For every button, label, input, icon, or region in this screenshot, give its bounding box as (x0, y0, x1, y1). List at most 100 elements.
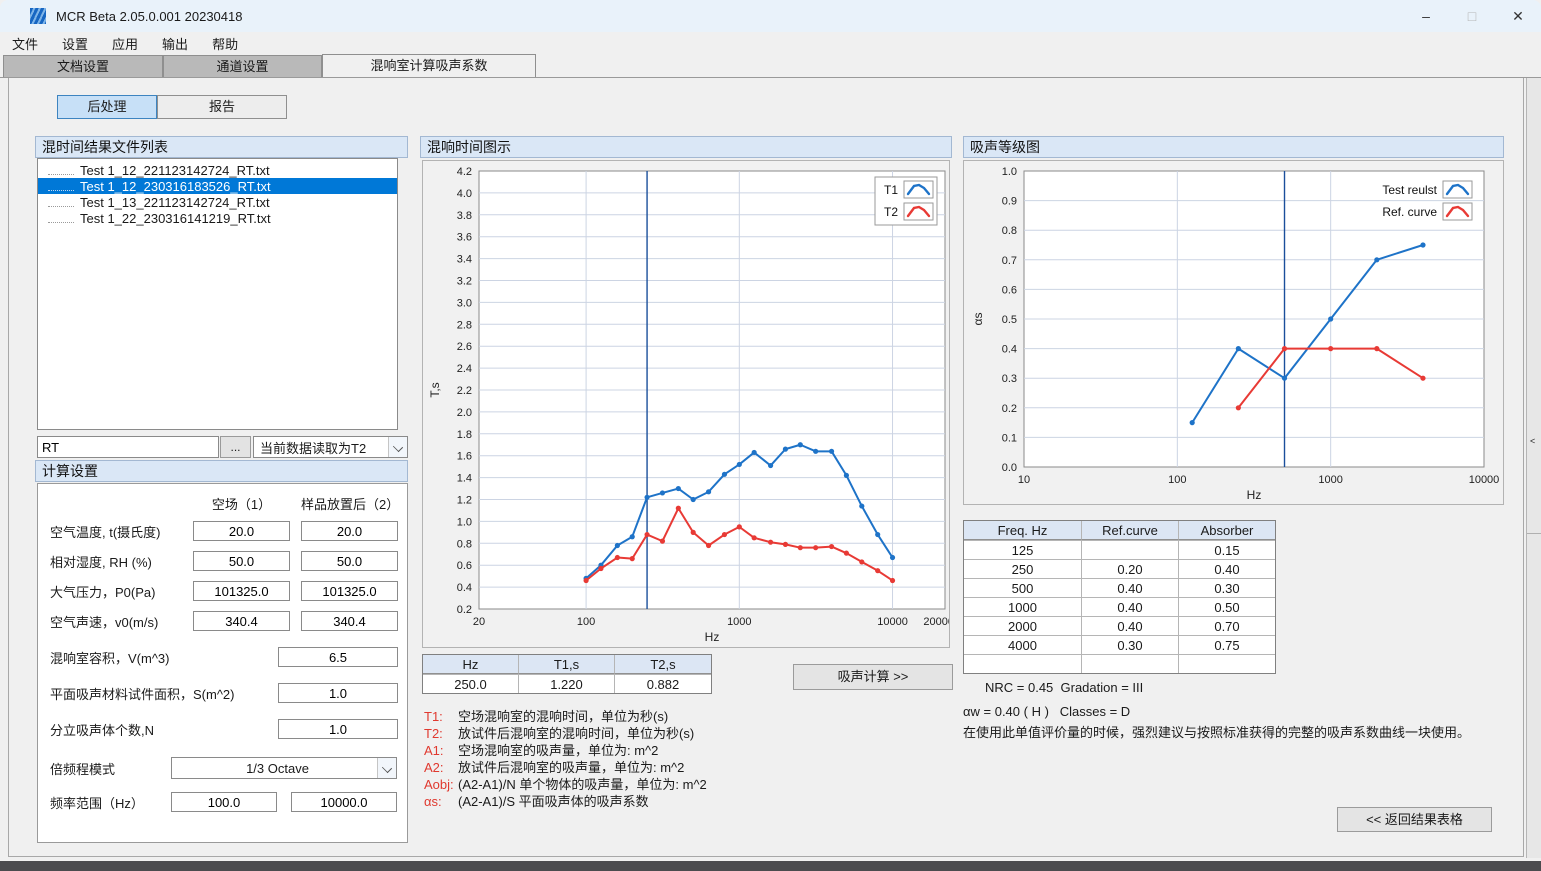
svg-text:Hz: Hz (1247, 488, 1262, 502)
octave-mode-select[interactable]: 1/3 Octave (171, 757, 397, 779)
table-header-cell: Hz (423, 655, 519, 674)
calc-single-label: 混响室容积，V(m^3) (50, 648, 278, 667)
table-cell: 0.30 (1179, 578, 1275, 597)
table-cell: 2000 (964, 616, 1082, 635)
calc-input-field2[interactable] (301, 551, 398, 571)
table-row[interactable]: 40000.300.75 (964, 635, 1275, 654)
menu-item-0[interactable]: 文件 (12, 34, 38, 53)
calc-input-field1[interactable] (193, 551, 290, 571)
octave-mode-label: 倍频程模式 (50, 759, 171, 778)
rt-name-input[interactable] (37, 436, 219, 458)
menu-item-1[interactable]: 设置 (62, 34, 88, 53)
tab-2[interactable]: 混响室计算吸声系数 (322, 54, 536, 77)
svg-text:10: 10 (1018, 474, 1030, 486)
table-cell: 125 (964, 540, 1082, 559)
note-key: T2: (424, 725, 458, 742)
browse-button[interactable]: ... (220, 436, 251, 458)
table-row[interactable]: 20000.400.70 (964, 616, 1275, 635)
calc-input-field2[interactable] (301, 521, 398, 541)
menu-item-3[interactable]: 输出 (162, 34, 188, 53)
chevron-down-icon[interactable] (388, 437, 407, 457)
svg-text:2.0: 2.0 (457, 407, 472, 419)
back-to-results-button[interactable]: << 返回结果表格 (1337, 807, 1492, 832)
calc-input-field2[interactable] (301, 611, 398, 631)
freq-max-input[interactable] (291, 792, 397, 812)
rt-row: ... 当前数据读取为T2 (37, 436, 408, 458)
file-item[interactable]: Test 1_22_230316141219_RT.txt (38, 210, 397, 226)
svg-text:αs: αs (971, 313, 985, 326)
absorb-calc-button[interactable]: 吸声计算 >> (793, 664, 953, 690)
note-key: T1: (424, 708, 458, 725)
collapse-left-icon[interactable]: < (1530, 436, 1535, 446)
minimize-button[interactable]: – (1403, 0, 1449, 32)
advice-text: 在使用此单值评价量的时候，强烈建议与按照标准获得的完整的吸声系数曲线一块使用。 (963, 722, 1508, 741)
table-header-cell: Absorber (1179, 521, 1275, 540)
table-cell: 0.15 (1179, 540, 1275, 559)
calc-input-field2[interactable] (301, 581, 398, 601)
table-cell: 1.220 (519, 674, 615, 693)
tab-0[interactable]: 文档设置 (3, 55, 163, 77)
chevron-down-icon[interactable] (377, 758, 396, 778)
calc-input-field1[interactable] (193, 611, 290, 631)
subtab-1[interactable]: 报告 (157, 95, 287, 119)
svg-text:3.8: 3.8 (457, 210, 472, 222)
grade-table: Freq. HzRef.curveAbsorber1250.152500.200… (963, 520, 1276, 674)
table-cell (1082, 654, 1179, 673)
file-item[interactable]: Test 1_12_230316183526_RT.txt (38, 178, 397, 194)
calc-row-2: 大气压力，P0(Pa) (50, 581, 399, 601)
file-list: Test 1_12_221123142724_RT.txtTest 1_12_2… (37, 158, 398, 430)
right-splitter[interactable]: < (1526, 78, 1541, 858)
calc-input-field1[interactable] (193, 521, 290, 541)
table-header-row: HzT1,sT2,s (423, 655, 711, 674)
data-read-select[interactable]: 当前数据读取为T2 (253, 436, 408, 458)
note-line: T1:空场混响室的混响时间，单位为秒(s) (424, 708, 754, 725)
grade-chart: 0.00.10.20.30.40.50.60.70.80.91.01010010… (963, 160, 1504, 505)
file-list-header: 混时间结果文件列表 (35, 136, 408, 158)
close-button[interactable]: ✕ (1495, 0, 1541, 32)
table-row[interactable]: 10000.400.50 (964, 597, 1275, 616)
title-bar: MCR Beta 2.05.0.001 20230418 – □ ✕ (0, 0, 1541, 32)
table-row[interactable]: 2500.200.40 (964, 559, 1275, 578)
table-cell: 0.75 (1179, 635, 1275, 654)
table-row[interactable] (964, 654, 1275, 673)
calc-input-field1[interactable] (193, 581, 290, 601)
octave-row: 倍频程模式 1/3 Octave (50, 757, 399, 779)
svg-text:3.4: 3.4 (457, 254, 472, 266)
file-name: Test 1_22_230316141219_RT.txt (80, 211, 271, 226)
calc-single-input[interactable] (278, 719, 398, 739)
table-cell: 0.20 (1082, 559, 1179, 578)
svg-text:1.8: 1.8 (457, 429, 472, 441)
file-item[interactable]: Test 1_12_221123142724_RT.txt (38, 162, 397, 178)
calc-single-row-2: 分立吸声体个数,N (50, 719, 399, 739)
note-text: 放试件后混响室的吸声量，单位为: m^2 (458, 760, 684, 775)
table-cell: 4000 (964, 635, 1082, 654)
svg-text:0.4: 0.4 (1002, 344, 1017, 356)
table-row[interactable]: 5000.400.30 (964, 578, 1275, 597)
maximize-button[interactable]: □ (1449, 0, 1495, 32)
calc-single-input[interactable] (278, 647, 398, 667)
svg-text:T1: T1 (884, 183, 898, 197)
svg-text:Test reulst: Test reulst (1382, 183, 1437, 197)
subtab-0[interactable]: 后处理 (57, 95, 157, 119)
menu-item-2[interactable]: 应用 (112, 34, 138, 53)
svg-text:0.6: 0.6 (1002, 284, 1017, 296)
menu-item-4[interactable]: 帮助 (212, 34, 238, 53)
file-item[interactable]: Test 1_13_221123142724_RT.txt (38, 194, 397, 210)
svg-text:T,s: T,s (428, 382, 442, 397)
splitter-seam (1527, 533, 1541, 534)
rt-chart-header: 混响时间图示 (420, 136, 952, 158)
table-cell: 0.50 (1179, 597, 1275, 616)
note-text: (A2-A1)/N 单个物体的吸声量，单位为: m^2 (458, 777, 707, 792)
freq-min-input[interactable] (171, 792, 277, 812)
calc-single-label: 分立吸声体个数,N (50, 720, 278, 739)
grade-chart-header: 吸声等级图 (963, 136, 1504, 158)
calc-single-label: 平面吸声材料试件面积，S(m^2) (50, 684, 278, 703)
table-cell (1179, 654, 1275, 673)
calc-single-row-1: 平面吸声材料试件面积，S(m^2) (50, 683, 399, 703)
table-row[interactable]: 250.01.2200.882 (423, 674, 711, 693)
app-window: MCR Beta 2.05.0.001 20230418 – □ ✕ 文件 设置 应… (0, 0, 1541, 871)
calc-single-input[interactable] (278, 683, 398, 703)
table-row[interactable]: 125 0.15 (964, 540, 1275, 559)
tab-1[interactable]: 通道设置 (163, 55, 322, 77)
table-cell: 0.40 (1082, 578, 1179, 597)
